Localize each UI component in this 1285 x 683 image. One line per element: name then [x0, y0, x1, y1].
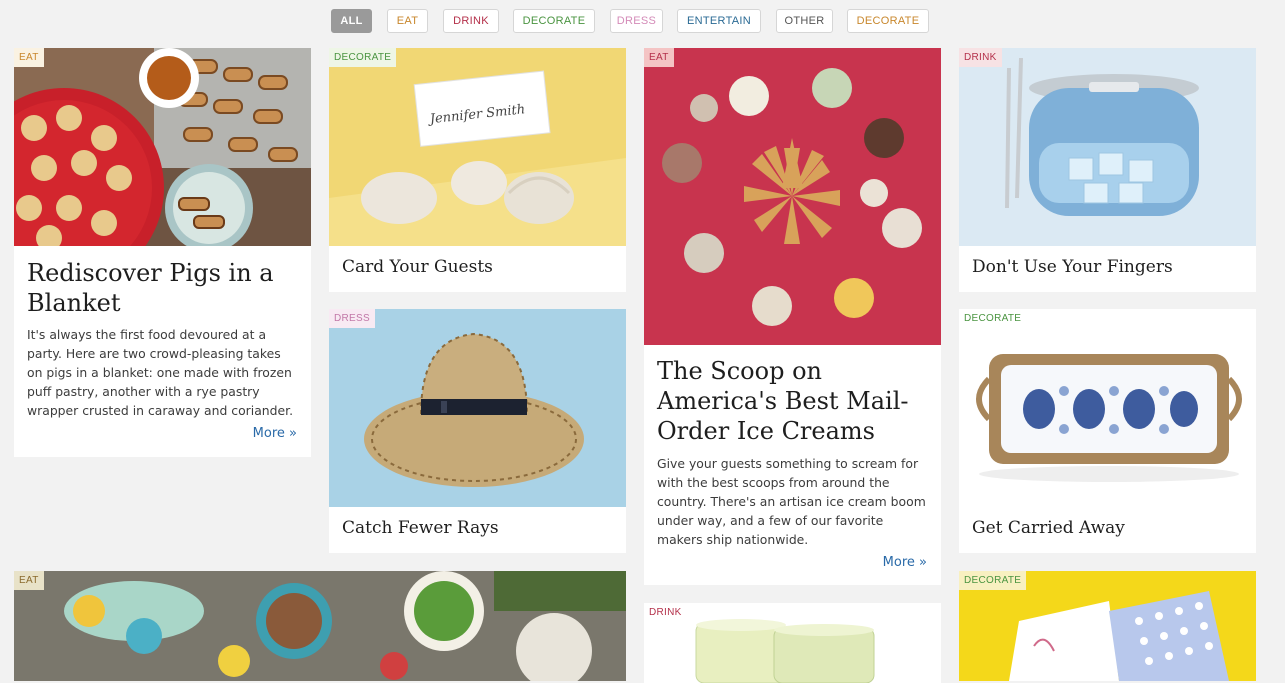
picnic-table-photo[interactable]: EAT	[14, 571, 626, 681]
filter-entertain[interactable]: ENTERTAIN	[677, 9, 761, 33]
card-title[interactable]: The Scoop on America's Best Mail-Order I…	[657, 356, 928, 446]
more-link[interactable]: More »	[883, 555, 927, 570]
card-card-your-guests[interactable]: Jennifer Smith DECORATE Card Your Guests	[329, 48, 626, 292]
filter-other[interactable]: OTHER	[776, 9, 833, 33]
category-tag: DECORATE	[329, 48, 397, 67]
card-picnic[interactable]: EAT	[14, 571, 626, 681]
category-filter-bar: ALL EAT DRINK DECORATE DRESS ENTERTAIN O…	[0, 9, 1285, 33]
ice-bucket-photo[interactable]: DRINK	[959, 48, 1256, 246]
tray-photo[interactable]: DECORATE	[959, 309, 1256, 507]
category-tag: DRINK	[959, 48, 1002, 67]
category-tag: DECORATE	[959, 309, 1027, 328]
card-get-carried-away[interactable]: DECORATE Get Carried Away	[959, 309, 1256, 553]
category-tag: EAT	[644, 48, 674, 67]
filter-decorate-2[interactable]: DECORATE	[847, 9, 929, 33]
filter-decorate[interactable]: DECORATE	[513, 9, 595, 33]
card-title[interactable]: Don't Use Your Fingers	[972, 257, 1243, 277]
category-tag: DRESS	[329, 309, 375, 328]
card-description: Give your guests something to scream for…	[657, 456, 926, 547]
category-tag: DRINK	[644, 603, 687, 622]
filter-all[interactable]: ALL	[331, 9, 372, 33]
card-title[interactable]: Catch Fewer Rays	[342, 518, 613, 538]
filter-drink[interactable]: DRINK	[443, 9, 499, 33]
glasses-photo[interactable]: DRINK	[644, 603, 941, 683]
pigs-in-blanket-photo[interactable]: EAT	[14, 48, 311, 246]
ice-cream-photo[interactable]: EAT	[644, 48, 941, 345]
card-description: It's always the first food devoured at a…	[27, 327, 294, 418]
more-link[interactable]: More »	[253, 426, 297, 441]
card-drink-glasses[interactable]: DRINK	[644, 603, 941, 683]
category-tag: EAT	[14, 571, 44, 590]
straw-hat-photo[interactable]: DRESS	[329, 309, 626, 507]
card-pigs-in-blanket[interactable]: EAT Rediscover Pigs in a Blanket It's al…	[14, 48, 311, 457]
card-ice-cream-scoop[interactable]: EAT The Scoop on America's Best Mail-Ord…	[644, 48, 941, 585]
category-tag: EAT	[14, 48, 44, 67]
card-title[interactable]: Get Carried Away	[972, 518, 1243, 538]
card-dont-use-your-fingers[interactable]: DRINK Don't Use Your Fingers	[959, 48, 1256, 292]
napkins-photo[interactable]: DECORATE	[959, 571, 1256, 681]
card-decorate-napkins[interactable]: DECORATE	[959, 571, 1256, 681]
card-title[interactable]: Card Your Guests	[342, 257, 613, 277]
filter-dress[interactable]: DRESS	[610, 9, 663, 33]
place-card-photo[interactable]: Jennifer Smith DECORATE	[329, 48, 626, 246]
filter-eat[interactable]: EAT	[387, 9, 428, 33]
category-tag: DECORATE	[959, 571, 1027, 590]
card-catch-fewer-rays[interactable]: DRESS Catch Fewer Rays	[329, 309, 626, 553]
card-title[interactable]: Rediscover Pigs in a Blanket	[27, 258, 298, 318]
